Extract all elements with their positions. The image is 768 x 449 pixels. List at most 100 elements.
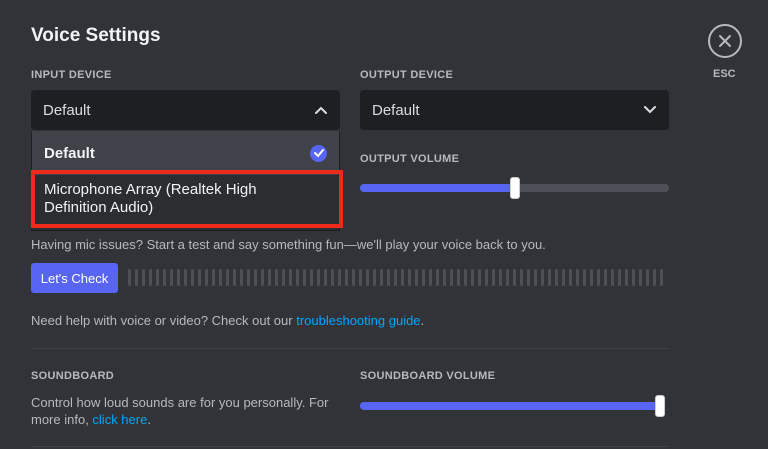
meter-bar	[653, 269, 656, 286]
meter-bar	[429, 269, 432, 286]
highlight-box	[31, 170, 343, 228]
output-device-label: OUTPUT DEVICE	[360, 69, 454, 81]
meter-bar	[387, 269, 390, 286]
meter-bar	[268, 269, 271, 286]
soundboard-text-prefix: more info,	[31, 412, 93, 427]
output-volume-label: OUTPUT VOLUME	[360, 153, 460, 165]
meter-bar	[177, 269, 180, 286]
meter-bar	[261, 269, 264, 286]
meter-bar	[191, 269, 194, 286]
output-volume-fill	[360, 184, 515, 192]
meter-bar	[499, 269, 502, 286]
esc-label: ESC	[713, 68, 736, 80]
meter-bar	[219, 269, 222, 286]
input-device-select[interactable]: Default	[31, 90, 340, 130]
meter-bar	[527, 269, 530, 286]
meter-bar	[275, 269, 278, 286]
meter-bar	[296, 269, 299, 286]
help-text-suffix: .	[420, 313, 425, 328]
chevron-down-icon	[643, 103, 657, 117]
meter-bar	[569, 269, 572, 286]
meter-bar	[394, 269, 397, 286]
input-device-label: INPUT DEVICE	[31, 69, 112, 81]
meter-bar	[338, 269, 341, 286]
meter-bar	[422, 269, 425, 286]
meter-bar	[240, 269, 243, 286]
meter-bar	[247, 269, 250, 286]
soundboard-text-suffix: .	[147, 412, 151, 427]
help-text-prefix: Need help with voice or video? Check out…	[31, 313, 297, 328]
meter-bar	[562, 269, 565, 286]
meter-bar	[485, 269, 488, 286]
meter-bar	[401, 269, 404, 286]
chevron-up-icon	[314, 103, 328, 117]
meter-bar	[639, 269, 642, 286]
meter-bar	[359, 269, 362, 286]
meter-bar	[282, 269, 285, 286]
meter-bar	[149, 269, 152, 286]
divider-bottom	[31, 446, 669, 447]
meter-bar	[590, 269, 593, 286]
meter-bar	[303, 269, 306, 286]
meter-bar	[625, 269, 628, 286]
meter-bar	[142, 269, 145, 286]
meter-bar	[128, 269, 131, 286]
meter-bar	[506, 269, 509, 286]
meter-bar	[212, 269, 215, 286]
soundboard-volume-fill	[360, 402, 665, 410]
meter-bar	[233, 269, 236, 286]
meter-bar	[345, 269, 348, 286]
page-title: Voice Settings	[31, 25, 161, 46]
meter-bar	[317, 269, 320, 286]
output-volume-slider[interactable]	[360, 177, 669, 199]
meter-bar	[170, 269, 173, 286]
meter-bar	[576, 269, 579, 286]
meter-bar	[450, 269, 453, 286]
meter-bar	[513, 269, 516, 286]
meter-bar	[373, 269, 376, 286]
click-here-link[interactable]: click here	[92, 412, 147, 427]
meter-bar	[415, 269, 418, 286]
meter-bar	[618, 269, 621, 286]
close-icon	[719, 35, 731, 47]
meter-bar	[289, 269, 292, 286]
meter-bar	[541, 269, 544, 286]
meter-bar	[310, 269, 313, 286]
meter-bar	[331, 269, 334, 286]
troubleshooting-guide-link[interactable]: troubleshooting guide	[296, 313, 420, 328]
meter-bar	[457, 269, 460, 286]
input-option-default-label: Default	[44, 144, 95, 162]
mic-test-text: Having mic issues? Start a test and say …	[31, 237, 546, 252]
meter-bar	[492, 269, 495, 286]
lets-check-button[interactable]: Let's Check	[31, 263, 118, 293]
meter-bar	[205, 269, 208, 286]
close-button[interactable]	[708, 24, 742, 58]
meter-bar	[583, 269, 586, 286]
meter-bar	[324, 269, 327, 286]
soundboard-volume-slider[interactable]	[360, 395, 665, 417]
meter-bar	[436, 269, 439, 286]
soundboard-description: Control how loud sounds are for you pers…	[31, 394, 341, 428]
divider	[31, 348, 669, 349]
meter-bar	[366, 269, 369, 286]
meter-bar	[604, 269, 607, 286]
meter-bar	[380, 269, 383, 286]
meter-bar	[352, 269, 355, 286]
meter-bar	[555, 269, 558, 286]
meter-bar	[163, 269, 166, 286]
meter-bar	[226, 269, 229, 286]
mic-level-meter	[128, 269, 663, 286]
meter-bar	[408, 269, 411, 286]
soundboard-volume-label: SOUNDBOARD VOLUME	[360, 370, 496, 382]
soundboard-volume-handle[interactable]	[655, 395, 665, 417]
output-device-select[interactable]: Default	[360, 90, 669, 130]
output-device-value: Default	[372, 101, 420, 119]
help-text: Need help with voice or video? Check out…	[31, 313, 424, 328]
meter-bar	[464, 269, 467, 286]
output-volume-handle[interactable]	[510, 177, 520, 199]
meter-bar	[198, 269, 201, 286]
input-option-default[interactable]: Default	[32, 131, 339, 175]
meter-bar	[471, 269, 474, 286]
meter-bar	[534, 269, 537, 286]
meter-bar	[254, 269, 257, 286]
